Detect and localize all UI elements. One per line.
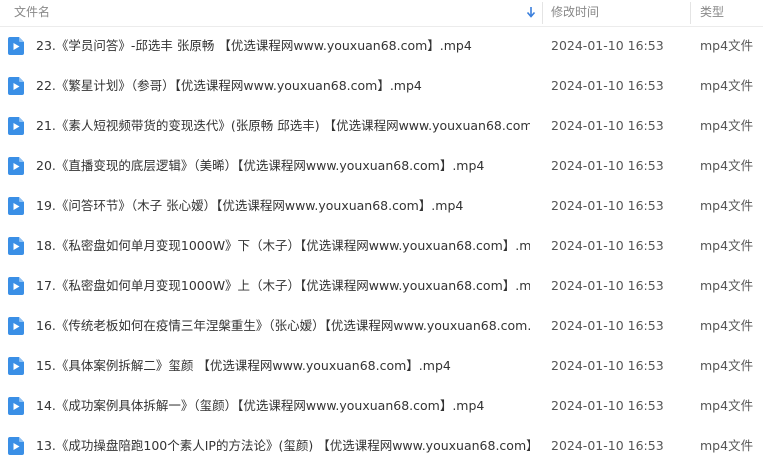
file-name: 14.《成功案例具体拆解一》（玺颜）【优选课程网www.youxuan68.co… [36, 398, 485, 413]
file-modified-date: 2024-01-10 16:53 [551, 318, 664, 333]
file-name: 15.《具体案例拆解二》玺颜 【优选课程网www.youxuan68.com】.… [36, 358, 451, 373]
video-file-icon [8, 197, 24, 215]
file-row[interactable]: 19.《问答环节》（木子 张心嫒）【优选课程网www.youxuan68.com… [0, 186, 763, 226]
video-file-icon [8, 37, 24, 55]
file-type: mp4文件 [700, 358, 754, 373]
file-type: mp4文件 [700, 118, 754, 133]
column-divider[interactable] [690, 2, 691, 24]
file-type: mp4文件 [700, 398, 754, 413]
file-modified-date: 2024-01-10 16:53 [551, 118, 664, 133]
file-modified-date: 2024-01-10 16:53 [551, 38, 664, 53]
video-file-icon [8, 77, 24, 95]
column-divider[interactable] [542, 2, 543, 24]
file-list: 文件名 修改时间 类型 23.《学员问答》-邱选丰 张原畅 【优选课程网www.… [0, 0, 763, 459]
video-file-icon [8, 277, 24, 295]
file-name: 17.《私密盘如何单月变现1000W》上（木子）【优选课程网www.youxua… [36, 278, 530, 293]
file-name: 21.《素人短视频带货的变现迭代》(张原畅 邱选丰) 【优选课程网www.you… [36, 118, 530, 133]
column-header: 文件名 修改时间 类型 [0, 0, 763, 27]
file-rows: 23.《学员问答》-邱选丰 张原畅 【优选课程网www.youxuan68.co… [0, 26, 763, 459]
file-modified-date: 2024-01-10 16:53 [551, 198, 664, 213]
file-type: mp4文件 [700, 438, 754, 453]
file-modified-date: 2024-01-10 16:53 [551, 278, 664, 293]
file-row[interactable]: 14.《成功案例具体拆解一》（玺颜）【优选课程网www.youxuan68.co… [0, 386, 763, 426]
file-type: mp4文件 [700, 158, 754, 173]
file-name: 23.《学员问答》-邱选丰 张原畅 【优选课程网www.youxuan68.co… [36, 38, 472, 53]
video-file-icon [8, 157, 24, 175]
file-name: 19.《问答环节》（木子 张心嫒）【优选课程网www.youxuan68.com… [36, 198, 464, 213]
column-header-name[interactable]: 文件名 [14, 0, 50, 26]
file-type: mp4文件 [700, 78, 754, 93]
file-type: mp4文件 [700, 318, 754, 333]
video-file-icon [8, 357, 24, 375]
video-file-icon [8, 237, 24, 255]
file-row[interactable]: 16.《传统老板如何在疫情三年涅槃重生》（张心嫒）【优选课程网www.youxu… [0, 306, 763, 346]
file-type: mp4文件 [700, 238, 754, 253]
video-file-icon [8, 397, 24, 415]
file-row[interactable]: 23.《学员问答》-邱选丰 张原畅 【优选课程网www.youxuan68.co… [0, 26, 763, 66]
file-row[interactable]: 17.《私密盘如何单月变现1000W》上（木子）【优选课程网www.youxua… [0, 266, 763, 306]
file-name: 20.《直播变现的底层逻辑》（美晞）【优选课程网www.youxuan68.co… [36, 158, 485, 173]
file-name: 18.《私密盘如何单月变现1000W》下（木子）【优选课程网www.youxua… [36, 238, 530, 253]
file-row[interactable]: 20.《直播变现的底层逻辑》（美晞）【优选课程网www.youxuan68.co… [0, 146, 763, 186]
file-name: 22.《繁星计划》（参哥）【优选课程网www.youxuan68.com】.mp… [36, 78, 422, 93]
video-file-icon [8, 437, 24, 455]
file-type: mp4文件 [700, 198, 754, 213]
file-modified-date: 2024-01-10 16:53 [551, 78, 664, 93]
file-type: mp4文件 [700, 278, 754, 293]
file-type: mp4文件 [700, 38, 754, 53]
video-file-icon [8, 317, 24, 335]
file-modified-date: 2024-01-10 16:53 [551, 438, 664, 453]
file-name: 13.《成功操盘陪跑100个素人IP的方法论》(玺颜) 【优选课程网www.yo… [36, 438, 530, 453]
file-row[interactable]: 22.《繁星计划》（参哥）【优选课程网www.youxuan68.com】.mp… [0, 66, 763, 106]
video-file-icon [8, 117, 24, 135]
file-modified-date: 2024-01-10 16:53 [551, 398, 664, 413]
file-row[interactable]: 13.《成功操盘陪跑100个素人IP的方法论》(玺颜) 【优选课程网www.yo… [0, 426, 763, 459]
file-modified-date: 2024-01-10 16:53 [551, 158, 664, 173]
column-header-type[interactable]: 类型 [700, 0, 724, 24]
file-modified-date: 2024-01-10 16:53 [551, 358, 664, 373]
column-header-date[interactable]: 修改时间 [551, 0, 599, 24]
file-row[interactable]: 18.《私密盘如何单月变现1000W》下（木子）【优选课程网www.youxua… [0, 226, 763, 266]
file-row[interactable]: 15.《具体案例拆解二》玺颜 【优选课程网www.youxuan68.com】.… [0, 346, 763, 386]
file-modified-date: 2024-01-10 16:53 [551, 238, 664, 253]
file-name: 16.《传统老板如何在疫情三年涅槃重生》（张心嫒）【优选课程网www.youxu… [36, 318, 530, 333]
arrow-down-icon[interactable] [524, 5, 538, 19]
file-row[interactable]: 21.《素人短视频带货的变现迭代》(张原畅 邱选丰) 【优选课程网www.you… [0, 106, 763, 146]
